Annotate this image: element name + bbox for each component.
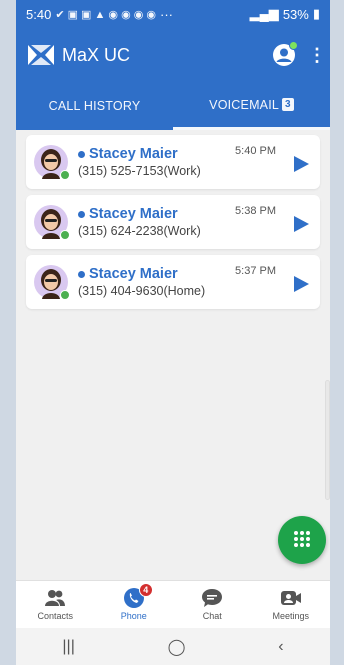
online-status-dot	[60, 290, 70, 300]
voicemail-item[interactable]: Stacey Maier (315) 525-7153(Work) 5:40 P…	[26, 135, 320, 189]
caller-number: (315) 525-7153(Work)	[78, 164, 201, 178]
avatar	[34, 205, 70, 240]
nav-chat[interactable]: Chat	[173, 581, 252, 628]
nav-phone-label: Phone	[120, 611, 147, 621]
battery-icon: ▮	[312, 6, 320, 21]
voicemail-time: 5:37 PM	[235, 265, 276, 277]
caller-name: Stacey Maier	[89, 146, 178, 162]
play-icon[interactable]	[292, 155, 310, 173]
avatar	[34, 145, 70, 180]
tab-call-history-label: CALL HISTORY	[48, 99, 141, 113]
recent-apps-icon[interactable]: |||	[62, 638, 74, 656]
online-status-dot	[60, 170, 70, 180]
voicemail-time: 5:40 PM	[235, 145, 276, 157]
app-bar: MaX UC ⋮	[16, 28, 330, 82]
account-presence-icon[interactable]	[272, 41, 298, 67]
presence-status-dot	[289, 41, 298, 50]
dialpad-icon	[294, 531, 310, 547]
voicemail-item[interactable]: Stacey Maier (315) 404-9630(Home) 5:37 P…	[26, 255, 320, 309]
system-nav-bar: ||| ◯ ‹	[16, 628, 330, 665]
avatar	[34, 265, 70, 300]
phone-badge: 4	[138, 583, 153, 597]
tab-bar: CALL HISTORY VOICEMAIL 3	[16, 82, 330, 130]
online-status-dot	[60, 230, 70, 240]
nav-contacts-label: Contacts	[37, 611, 74, 621]
nav-meetings-label: Meetings	[272, 611, 310, 621]
phone-icon-wrap: 4	[123, 583, 153, 608]
unread-indicator	[78, 150, 85, 158]
caller-number: (315) 624-2238(Work)	[78, 224, 201, 238]
home-icon[interactable]: ◯	[168, 637, 186, 657]
tab-voicemail[interactable]: VOICEMAIL 3	[173, 82, 330, 130]
unread-indicator	[78, 270, 85, 278]
caller-name: Stacey Maier	[89, 266, 178, 282]
dialpad-button[interactable]	[278, 516, 326, 564]
more-vert-icon[interactable]: ⋮	[308, 45, 326, 66]
voicemail-count-badge: 3	[282, 98, 294, 111]
back-icon[interactable]: ‹	[278, 638, 283, 656]
play-icon[interactable]	[292, 215, 310, 233]
nav-contacts[interactable]: Contacts	[16, 581, 95, 628]
meetings-icon	[280, 591, 301, 605]
voicemail-time: 5:38 PM	[235, 205, 276, 217]
status-time: 5:40	[26, 6, 52, 22]
signal-icon: ▂▄▆	[249, 6, 279, 21]
maxuc-logo-icon	[28, 45, 54, 65]
battery-level: 53%	[282, 6, 309, 22]
voicemail-item[interactable]: Stacey Maier (315) 624-2238(Work) 5:38 P…	[26, 195, 320, 249]
notification-icons: ✔ ▣ ▣ ▲ ◉ ◉ ◉ ◉	[55, 8, 156, 21]
app-title: MaX UC	[62, 44, 131, 65]
tab-call-history[interactable]: CALL HISTORY	[16, 82, 173, 130]
phone-screen: 5:40 ✔ ▣ ▣ ▲ ◉ ◉ ◉ ◉ ··· ▂▄▆ 53% ▮ MaX U…	[16, 0, 330, 665]
status-bar: 5:40 ✔ ▣ ▣ ▲ ◉ ◉ ◉ ◉ ··· ▂▄▆ 53% ▮	[16, 0, 330, 28]
scrollbar[interactable]	[325, 380, 330, 500]
caller-name: Stacey Maier	[89, 206, 178, 222]
tab-voicemail-label: VOICEMAIL	[209, 97, 280, 112]
chat-icon	[202, 589, 223, 607]
voicemail-list: Stacey Maier (315) 525-7153(Work) 5:40 P…	[16, 130, 330, 309]
nav-chat-label: Chat	[202, 611, 222, 621]
status-overflow: ···	[160, 6, 173, 22]
nav-meetings[interactable]: Meetings	[252, 581, 331, 628]
caller-number: (315) 404-9630(Home)	[78, 284, 206, 298]
contacts-icon	[45, 590, 66, 606]
play-icon[interactable]	[292, 275, 310, 293]
nav-phone[interactable]: 4 Phone	[95, 581, 174, 628]
bottom-nav: Contacts 4 Phone Chat Meetings	[16, 580, 330, 628]
unread-indicator	[78, 210, 85, 218]
